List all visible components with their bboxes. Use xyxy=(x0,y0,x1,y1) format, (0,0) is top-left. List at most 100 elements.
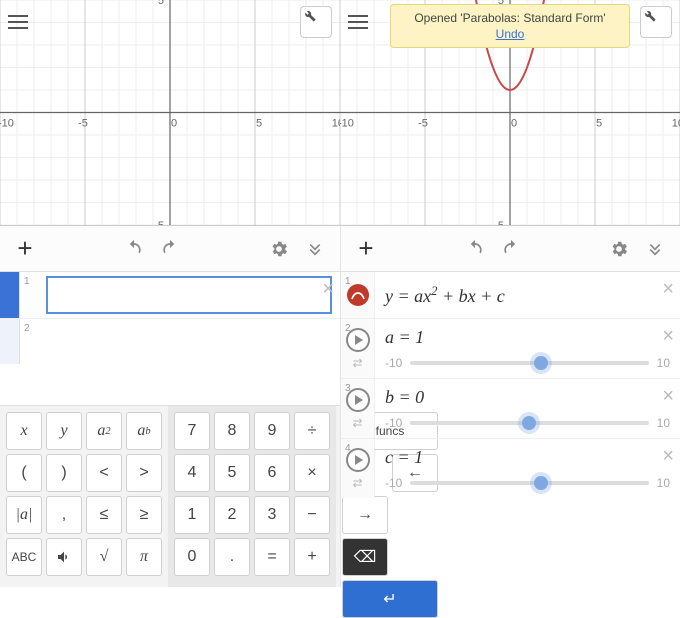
key-,[interactable]: , xyxy=(46,496,82,534)
slider-max: 10 xyxy=(657,476,670,490)
slider-track[interactable] xyxy=(410,481,648,485)
collapse-button[interactable] xyxy=(640,234,670,264)
key-÷[interactable]: ÷ xyxy=(294,412,330,450)
delete-row-button[interactable]: × xyxy=(662,278,674,301)
key-4[interactable]: 4 xyxy=(174,454,210,492)
slider[interactable]: -1010 xyxy=(385,416,670,430)
slider-min: -10 xyxy=(385,476,402,490)
slider-min: -10 xyxy=(385,356,402,370)
key-+[interactable]: + xyxy=(294,538,330,576)
key-([interactable]: ( xyxy=(6,454,42,492)
graph-pane-right[interactable]: -10-50510-55 Opened 'Parabolas: Standard… xyxy=(340,0,680,225)
slider-label: a = 1 xyxy=(385,327,670,348)
svg-text:5: 5 xyxy=(158,0,164,7)
svg-text:-10: -10 xyxy=(0,118,14,130)
key-ABC[interactable]: ABC xyxy=(6,538,42,576)
settings-wrench-left[interactable] xyxy=(300,6,332,38)
expression-row[interactable]: 4⇄c = 1-1010× xyxy=(341,438,680,498)
key-2[interactable]: 2 xyxy=(214,496,250,534)
wrench-icon xyxy=(641,7,657,23)
slider-max: 10 xyxy=(657,416,670,430)
slider-thumb[interactable] xyxy=(522,416,536,430)
slider-label: c = 1 xyxy=(385,447,670,468)
curve-icon xyxy=(347,284,369,306)
key-π[interactable]: π xyxy=(126,538,162,576)
collapse-button[interactable] xyxy=(300,234,330,264)
svg-text:10: 10 xyxy=(332,118,340,130)
row-content: y = ax2 + bx + c xyxy=(375,272,680,318)
key-7[interactable]: 7 xyxy=(174,412,210,450)
slider-thumb[interactable] xyxy=(534,356,548,370)
slider-max: 10 xyxy=(657,356,670,370)
undo-link[interactable]: Undo xyxy=(399,27,621,41)
expression-row-1[interactable]: 1 × xyxy=(0,272,340,318)
gear-icon xyxy=(609,239,629,259)
key-3[interactable]: 3 xyxy=(254,496,290,534)
row-gutter: 3⇄ xyxy=(341,379,375,438)
audio-icon xyxy=(56,549,72,565)
gear-button[interactable] xyxy=(264,234,294,264)
key-×[interactable]: × xyxy=(294,454,330,492)
svg-text:-5: -5 xyxy=(154,220,164,225)
redo-icon xyxy=(501,239,521,259)
slider-track[interactable] xyxy=(410,421,648,425)
key-a²[interactable]: a2 xyxy=(86,412,122,450)
svg-text:0: 0 xyxy=(511,118,517,130)
key-8[interactable]: 8 xyxy=(214,412,250,450)
add-expression-button[interactable]: + xyxy=(10,234,40,264)
slider-track[interactable] xyxy=(410,361,648,365)
key-6[interactable]: 6 xyxy=(254,454,290,492)
key-x[interactable]: x xyxy=(6,412,42,450)
svg-text:0: 0 xyxy=(171,118,177,130)
key-|a|[interactable]: |a| xyxy=(6,496,42,534)
expression-input[interactable] xyxy=(46,276,332,314)
key->[interactable]: > xyxy=(126,454,162,492)
row-content: a = 1 -10 10 xyxy=(375,319,680,378)
key-1[interactable]: 1 xyxy=(174,496,210,534)
gear-icon xyxy=(269,239,289,259)
menu-button-right[interactable] xyxy=(348,8,376,36)
undo-icon xyxy=(124,239,144,259)
expression-pane-left: + 1 × 2 xyxy=(0,226,340,587)
key-<[interactable]: < xyxy=(86,454,122,492)
delete-row-button[interactable]: × xyxy=(662,385,674,408)
key-√[interactable]: √ xyxy=(86,538,122,576)
key-.[interactable]: . xyxy=(214,538,250,576)
key-−[interactable]: − xyxy=(294,496,330,534)
graph-pane-left[interactable]: -10-50510-55 xyxy=(0,0,340,225)
delete-row-button[interactable]: × xyxy=(662,445,674,468)
redo-button[interactable] xyxy=(496,234,526,264)
menu-button-left[interactable] xyxy=(8,8,36,36)
grid-left: -10-50510-55 xyxy=(0,0,340,225)
redo-button[interactable] xyxy=(155,234,185,264)
slider[interactable]: -10 10 xyxy=(385,356,670,370)
settings-wrench-right[interactable] xyxy=(640,6,672,38)
key-9[interactable]: 9 xyxy=(254,412,290,450)
delete-row-button[interactable]: × xyxy=(662,325,674,348)
key-0[interactable]: 0 xyxy=(174,538,210,576)
undo-button[interactable] xyxy=(460,234,490,264)
key-≥[interactable]: ≥ xyxy=(126,496,162,534)
loop-icon: ⇄ xyxy=(352,356,362,370)
key-🔊[interactable] xyxy=(46,538,82,576)
expression-row[interactable]: 1y = ax2 + bx + c× xyxy=(341,272,680,318)
expression-row-2[interactable]: 2 xyxy=(0,318,340,364)
toolbar-right: + xyxy=(341,226,680,272)
slider-thumb[interactable] xyxy=(534,476,548,490)
expression-row[interactable]: 2⇄a = 1-1010× xyxy=(341,318,680,378)
key-)[interactable]: ) xyxy=(46,454,82,492)
key-5[interactable]: 5 xyxy=(214,454,250,492)
key-≤[interactable]: ≤ xyxy=(86,496,122,534)
svg-text:5: 5 xyxy=(596,118,602,130)
key-aᵇ[interactable]: ab xyxy=(126,412,162,450)
key-y[interactable]: y xyxy=(46,412,82,450)
expression-row[interactable]: 3⇄ b = 0 -1010 × xyxy=(341,378,680,438)
add-expression-button[interactable]: + xyxy=(351,234,381,264)
slider-label: b = 0 xyxy=(385,387,670,408)
undo-button[interactable] xyxy=(119,234,149,264)
slider[interactable]: -10 10 xyxy=(385,476,670,490)
key-=[interactable]: = xyxy=(254,538,290,576)
gear-button[interactable] xyxy=(604,234,634,264)
delete-row-button[interactable]: × xyxy=(322,278,334,301)
redo-icon xyxy=(160,239,180,259)
